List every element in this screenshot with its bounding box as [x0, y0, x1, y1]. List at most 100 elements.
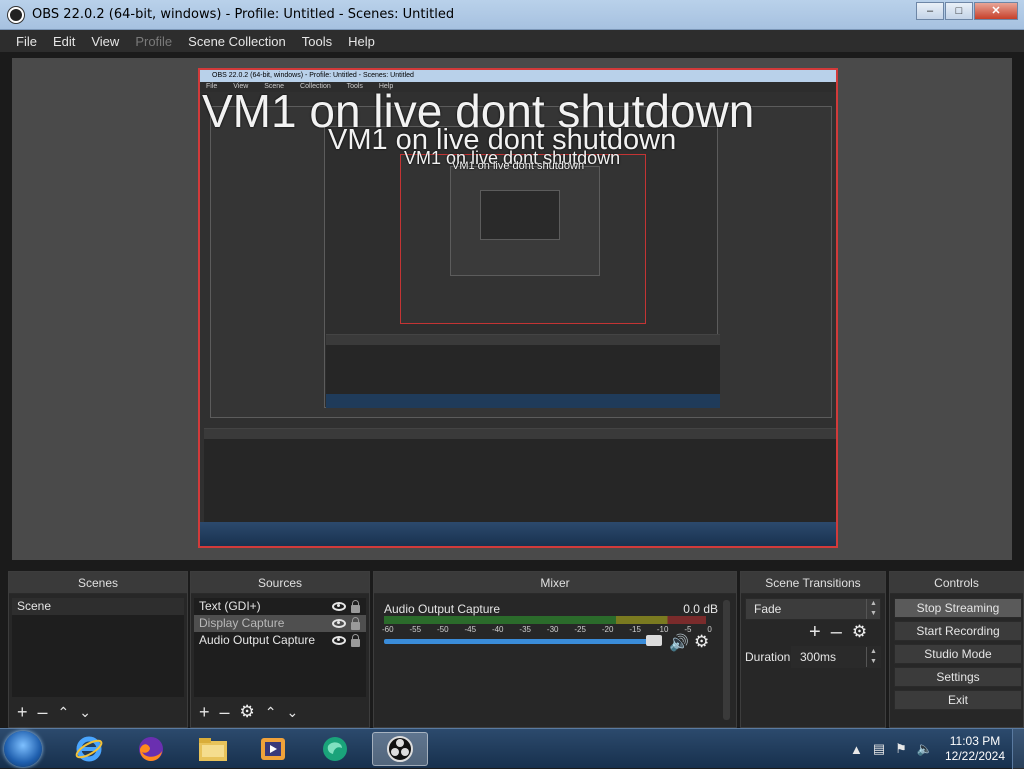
meter-tick-label: -10: [656, 625, 669, 634]
sources-list[interactable]: Text (GDI+) Display Capture Audio Output…: [194, 598, 366, 697]
scenes-header: Scenes: [9, 572, 187, 594]
scene-transitions-header: Scene Transitions: [741, 572, 885, 594]
internet-explorer-icon[interactable]: [64, 732, 114, 766]
add-scene-button[interactable]: +: [17, 703, 28, 721]
studio-mode-button[interactable]: Studio Mode: [894, 644, 1022, 664]
nested-docks-outer: [204, 428, 836, 522]
move-scene-up-button[interactable]: ⌃: [58, 703, 70, 721]
mixer-dock: Mixer Audio Output Capture 0.0 dB -60 -55…: [373, 571, 737, 728]
media-player-icon[interactable]: [248, 732, 298, 766]
remove-source-button[interactable]: –: [220, 703, 230, 721]
menu-file[interactable]: File: [8, 34, 45, 49]
file-explorer-icon[interactable]: [188, 732, 238, 766]
lock-icon[interactable]: [351, 617, 360, 630]
controls-dock: Controls Stop Streaming Start Recording …: [889, 571, 1024, 728]
obs-icon[interactable]: [372, 732, 428, 766]
remove-transition-button[interactable]: –: [831, 622, 842, 642]
eye-icon[interactable]: [332, 602, 346, 611]
network-icon[interactable]: ▤: [873, 741, 885, 757]
meter-tick-label: -25: [574, 625, 586, 634]
meter-tick-label: -30: [546, 625, 559, 634]
taskbar: ▲ ▤ ⚑ 🔈 11:03 PM 12/22/2024: [0, 728, 1024, 769]
clock[interactable]: 11:03 PM 12/22/2024: [938, 734, 1012, 764]
preview-canvas[interactable]: OBS 22.0.2 (64-bit, windows) - Profile: …: [198, 68, 838, 548]
source-item-display-capture[interactable]: Display Capture: [194, 615, 366, 632]
transition-select-arrows[interactable]: ▲ ▼: [866, 599, 880, 619]
firefox-icon[interactable]: [126, 732, 176, 766]
menu-edit[interactable]: Edit: [45, 34, 83, 49]
transition-select[interactable]: Fade ▲ ▼: [745, 598, 881, 620]
meter-tick-label: -50: [436, 625, 449, 634]
scene-transitions-dock: Scene Transitions Fade ▲ ▼ + – ⚙ Duration…: [740, 571, 886, 728]
settings-button[interactable]: Settings: [894, 667, 1022, 687]
move-scene-down-button[interactable]: ⌄: [79, 703, 91, 721]
obs-app-icon: [8, 7, 24, 23]
start-button[interactable]: [4, 731, 42, 767]
remove-scene-button[interactable]: –: [38, 703, 48, 721]
move-source-down-button[interactable]: ⌄: [287, 703, 299, 721]
mixer-level: 0.0 dB: [683, 602, 718, 616]
transition-select-value: Fade: [754, 602, 782, 616]
browser-app-icon[interactable]: [310, 732, 360, 766]
stop-streaming-button[interactable]: Stop Streaming: [894, 598, 1022, 618]
nested-taskbar-inner: [326, 394, 720, 408]
show-desktop-button[interactable]: [1012, 729, 1024, 769]
scenes-list[interactable]: Scene: [12, 598, 184, 697]
overlay-text-4: VM1 on live dont shutdown: [452, 160, 585, 172]
mixer-header: Mixer: [374, 572, 736, 594]
lock-icon[interactable]: [351, 600, 360, 613]
nested-preview-5: [480, 190, 560, 240]
minimize-button[interactable]: –: [916, 2, 944, 20]
eye-icon[interactable]: [332, 619, 346, 628]
eye-icon[interactable]: [332, 636, 346, 645]
preview-area[interactable]: OBS 22.0.2 (64-bit, windows) - Profile: …: [12, 58, 1012, 560]
audio-meter: [384, 616, 706, 624]
source-label: Display Capture: [199, 616, 285, 630]
menu-profile[interactable]: Profile: [127, 34, 180, 49]
meter-tick-label: -55: [409, 625, 422, 634]
meter-tick-label: -20: [601, 625, 614, 634]
window-title: OBS 22.0.2 (64-bit, windows) - Profile: …: [32, 7, 455, 22]
speaker-icon[interactable]: 🔊: [669, 633, 689, 653]
source-item-text[interactable]: Text (GDI+): [194, 598, 366, 615]
volume-slider-track[interactable]: [384, 639, 660, 644]
controls-header: Controls: [890, 572, 1023, 594]
window-title-bar[interactable]: OBS 22.0.2 (64-bit, windows) - Profile: …: [0, 0, 1024, 30]
source-label: Text (GDI+): [199, 599, 261, 613]
nested-window-title: OBS 22.0.2 (64-bit, windows) - Profile: …: [200, 70, 836, 82]
transition-properties-gear-icon[interactable]: ⚙: [852, 622, 867, 642]
scene-item[interactable]: Scene: [12, 598, 184, 615]
menu-scene-collection[interactable]: Scene Collection: [180, 34, 294, 49]
meter-tick-label: -15: [629, 625, 641, 634]
duration-spinner[interactable]: ▲ ▼: [866, 647, 880, 667]
show-hidden-icons-icon[interactable]: ▲: [850, 742, 863, 757]
action-center-flag-icon[interactable]: ⚑: [895, 741, 907, 757]
maximize-button[interactable]: □: [945, 2, 973, 20]
volume-icon[interactable]: 🔈: [917, 741, 933, 757]
mixer-scrollbar[interactable]: [723, 600, 730, 720]
meter-tick-labels: -60 -55 -50 -45 -40 -35 -30 -25 -20 -15 -10 -5 0: [382, 625, 712, 634]
menu-view[interactable]: View: [83, 34, 127, 49]
nested-docks-inner: [326, 334, 720, 394]
clock-time: 11:03 PM: [949, 734, 1001, 748]
add-source-button[interactable]: +: [199, 703, 210, 721]
menu-help[interactable]: Help: [340, 34, 383, 49]
exit-button[interactable]: Exit: [894, 690, 1022, 710]
scenes-dock: Scenes Scene + – ⌃ ⌄: [8, 571, 188, 728]
menu-tools[interactable]: Tools: [294, 34, 340, 49]
source-label: Audio Output Capture: [199, 633, 316, 647]
source-item-audio-output[interactable]: Audio Output Capture: [194, 632, 366, 649]
clock-date: 12/22/2024: [944, 749, 1006, 763]
source-properties-gear-icon[interactable]: ⚙: [240, 703, 255, 721]
mixer-settings-gear-icon[interactable]: ⚙: [694, 632, 709, 652]
add-transition-button[interactable]: +: [809, 622, 821, 642]
mixer-channel-name: Audio Output Capture: [384, 602, 501, 616]
volume-slider-handle[interactable]: [646, 635, 662, 646]
lock-icon[interactable]: [351, 634, 360, 647]
start-recording-button[interactable]: Start Recording: [894, 621, 1022, 641]
nested-taskbar-outer: [200, 522, 836, 546]
sources-dock: Sources Text (GDI+) Display Capture Audi…: [190, 571, 370, 728]
move-source-up-button[interactable]: ⌃: [265, 703, 277, 721]
close-button[interactable]: ✕: [974, 2, 1018, 20]
duration-input[interactable]: 300ms ▲ ▼: [791, 646, 881, 668]
